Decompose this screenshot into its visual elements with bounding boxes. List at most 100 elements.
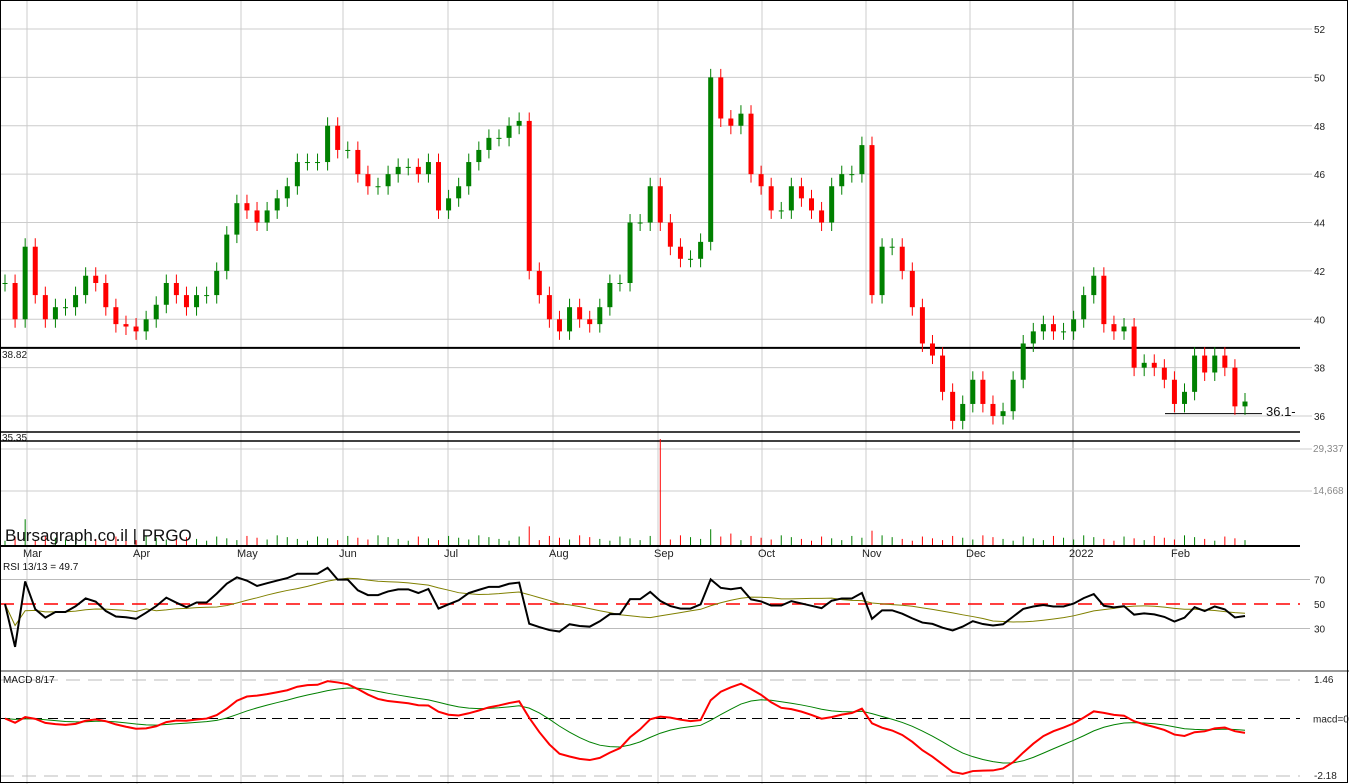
candle-body [819,210,825,223]
candle-body [758,174,764,187]
candle-body [1111,324,1117,332]
candle-body [234,203,240,235]
candle-body [254,210,260,223]
candle-body [2,282,8,284]
candle-body [12,282,18,320]
candle-body [607,282,613,308]
x-tick-label: Dec [966,548,986,560]
candle-body [173,282,179,296]
candle-body [970,379,976,404]
candle-body [899,246,905,271]
candle-body [52,307,58,320]
candle-body [1020,343,1026,380]
candle-body [1212,355,1218,373]
candle-body [778,210,784,212]
macd-tick-label: -2.18 [1314,771,1337,782]
candle-body [708,77,714,242]
candle-body [1161,367,1167,380]
rsi-average-line [4,577,1246,627]
candle-body [829,186,835,223]
x-tick-label: Mar [23,548,42,560]
candle-body [788,186,794,211]
candle-body [73,295,79,308]
candle-body [163,282,169,305]
candle-body [849,174,855,176]
candle-body [123,324,129,327]
x-tick-label: 2022 [1069,548,1093,560]
candle-body [224,234,230,271]
candle-body [425,162,431,175]
candle-body [274,198,280,211]
price-tick-label: 36 [1314,412,1326,423]
candle-body [839,174,845,187]
rsi-tick-label: 30 [1314,625,1326,636]
candle-body [284,186,290,199]
candle-body [385,174,391,187]
candle-body [133,326,139,332]
candle-body [405,166,411,168]
candle-body [1050,324,1056,332]
candle-body [83,275,89,296]
candle-body [929,343,935,356]
chart-frame [0,0,1348,783]
x-tick-label: Feb [1171,548,1190,560]
candle-body [657,186,663,223]
x-tick-label: Oct [758,548,775,560]
candle-body [889,246,895,248]
candle-body [375,186,381,188]
candle-body [738,113,744,126]
x-tick-label: Sep [654,548,674,560]
candle-body [244,203,250,211]
candle-body [476,149,482,163]
x-tick-label: Aug [549,548,569,560]
x-tick-label: May [237,548,258,560]
macd-tick-label: 1.46 [1314,675,1334,686]
brand-label: Bursagraph.co.il | PRGO [5,526,192,545]
candle-body [214,270,220,296]
candle-body [1192,355,1198,392]
candle-body [506,125,512,138]
candle-body [304,162,310,164]
candle-body [587,319,593,325]
candle-body [456,186,462,199]
candle-body [556,319,562,332]
chart-svg: Mar Apr May Jun Jul Aug Sep Oct Nov Dec 2022 Feb 52 5… [0,0,1349,784]
candle-body [637,222,643,224]
candle-body [698,241,704,259]
candle-body [879,246,885,296]
candle-body [1202,355,1208,373]
macd-title: MACD 8/17 [3,675,55,686]
candle-body [103,282,109,308]
price-tick-label: 38 [1314,364,1326,375]
candle-body [42,295,48,320]
x-tick-label: Nov [862,548,882,560]
candle-body [345,149,351,151]
candle-body [1091,275,1097,296]
candle-body [1171,379,1177,404]
candle-body [1232,367,1238,407]
candle-body [204,295,210,297]
candle-body [446,198,452,211]
candle-body [526,120,532,271]
x-tick-label: Apr [133,548,150,560]
candle-body [264,210,270,223]
candle-body [1151,362,1157,368]
candle-body [919,307,925,344]
candle-body [335,125,341,150]
candle-body [496,137,502,139]
candle-body [950,391,956,421]
candle-body [1121,326,1127,332]
price-tick-label: 40 [1314,315,1326,326]
candle-body [355,149,361,175]
rsi-tick-label: 50 [1314,600,1326,611]
macd-signal-line [4,687,1246,764]
candle-body [869,145,875,296]
candle-body [627,222,633,283]
macd-tick-label: macd=0 [1313,715,1349,726]
candle-body [466,162,472,187]
candle-body [93,275,99,283]
rsi-title: RSI 13/13 = 49.7 [3,562,79,573]
candle-body [980,379,986,404]
candle-body [940,355,946,392]
price-tick-label: 46 [1314,170,1326,181]
